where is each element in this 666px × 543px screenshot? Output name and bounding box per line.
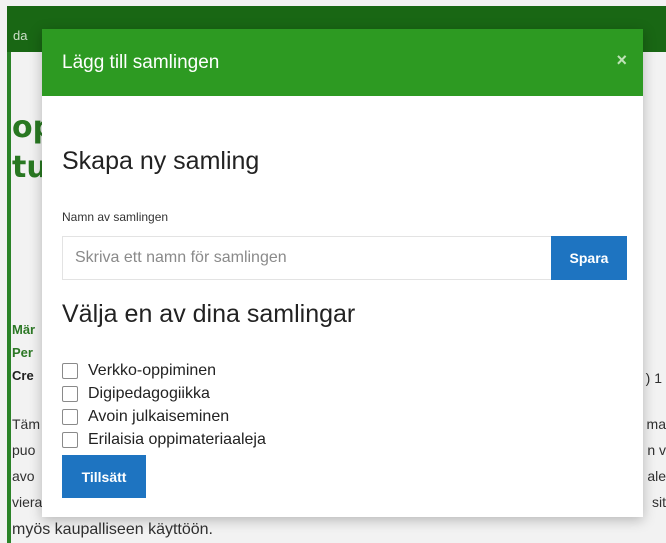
create-collection-heading: Skapa ny samling [62, 147, 260, 175]
dialog-title: Lägg till samlingen [62, 52, 220, 73]
collection-name-label: Namn av samlingen [62, 210, 169, 224]
choose-collection-heading: Välja en av dina samlingar [62, 300, 356, 328]
save-button[interactable]: Spara [551, 236, 627, 280]
collection-option[interactable]: Erilaisia oppimateriaaleja [62, 428, 266, 451]
collection-checkbox[interactable] [62, 385, 78, 402]
collection-option-label[interactable]: Erilaisia oppimateriaaleja [88, 431, 266, 449]
collection-option[interactable]: Avoin julkaiseminen [62, 405, 266, 428]
collection-name-group: Spara [62, 236, 627, 280]
collection-checkbox[interactable] [62, 362, 78, 379]
add-to-collection-dialog: Lägg till samlingen × Skapa ny samling N… [42, 29, 643, 517]
collection-name-input[interactable] [62, 236, 551, 280]
dialog-header: Lägg till samlingen × [42, 29, 643, 96]
collections-list: Verkko-oppiminen Digipedagogiikka Avoin … [62, 359, 266, 451]
collection-option-label[interactable]: Verkko-oppiminen [88, 362, 216, 380]
collection-option[interactable]: Verkko-oppiminen [62, 359, 266, 382]
collection-option-label[interactable]: Digipedagogiikka [88, 385, 210, 403]
add-to-collection-button[interactable]: Tillsätt [62, 455, 146, 498]
collection-option-label[interactable]: Avoin julkaiseminen [88, 408, 229, 426]
close-icon[interactable]: × [616, 50, 627, 71]
collection-checkbox[interactable] [62, 431, 78, 448]
collection-checkbox[interactable] [62, 408, 78, 425]
collection-option[interactable]: Digipedagogiikka [62, 382, 266, 405]
